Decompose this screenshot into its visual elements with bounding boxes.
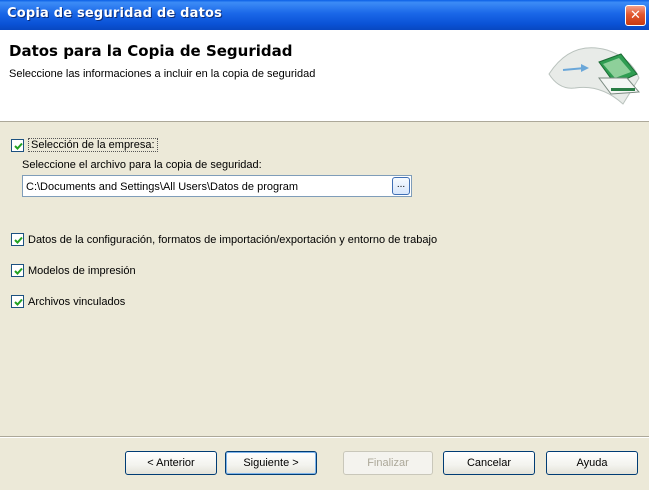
modelos-option[interactable]: Modelos de impresión bbox=[11, 264, 136, 277]
check-mark-icon bbox=[14, 267, 23, 275]
configuracion-checkbox[interactable] bbox=[11, 233, 24, 246]
backup-path-field[interactable]: ... bbox=[22, 175, 412, 197]
next-button[interactable]: Siguiente > bbox=[225, 451, 317, 475]
file-prompt-label: Seleccione el archivo para la copia de s… bbox=[22, 159, 262, 171]
empresa-label: Selección de la empresa: bbox=[28, 138, 158, 152]
page-subtitle: Seleccione las informaciones a incluir e… bbox=[9, 68, 316, 80]
archivos-checkbox[interactable] bbox=[11, 295, 24, 308]
browse-button[interactable]: ... bbox=[392, 177, 410, 195]
close-button[interactable]: ✕ bbox=[625, 5, 646, 26]
backup-path-input[interactable] bbox=[26, 179, 386, 194]
check-mark-icon bbox=[14, 142, 23, 150]
button-bar-divider bbox=[0, 436, 649, 438]
archivos-label: Archivos vinculados bbox=[28, 295, 126, 308]
wizard-header: Datos para la Copia de Seguridad Selecci… bbox=[0, 30, 649, 122]
backup-drive-icon bbox=[548, 47, 641, 105]
modelos-label: Modelos de impresión bbox=[28, 264, 136, 277]
title-bar[interactable]: Copia de seguridad de datos ✕ bbox=[0, 0, 649, 30]
empresa-option[interactable]: Selección de la empresa: bbox=[11, 138, 158, 152]
finish-button[interactable]: Finalizar bbox=[343, 451, 433, 475]
cancel-button[interactable]: Cancelar bbox=[443, 451, 535, 475]
empresa-checkbox[interactable] bbox=[11, 138, 24, 152]
configuracion-label: Datos de la configuración, formatos de i… bbox=[28, 233, 438, 246]
check-mark-icon bbox=[14, 298, 23, 306]
check-mark-icon bbox=[14, 236, 23, 244]
help-button[interactable]: Ayuda bbox=[546, 451, 638, 475]
modelos-checkbox[interactable] bbox=[11, 264, 24, 277]
archivos-option[interactable]: Archivos vinculados bbox=[11, 295, 125, 308]
configuracion-option[interactable]: Datos de la configuración, formatos de i… bbox=[11, 233, 437, 246]
backup-wizard-window: Copia de seguridad de datos ✕ Datos para… bbox=[0, 0, 649, 490]
page-title: Datos para la Copia de Seguridad bbox=[9, 42, 293, 60]
back-button[interactable]: < Anterior bbox=[125, 451, 217, 475]
window-title: Copia de seguridad de datos bbox=[7, 6, 223, 21]
